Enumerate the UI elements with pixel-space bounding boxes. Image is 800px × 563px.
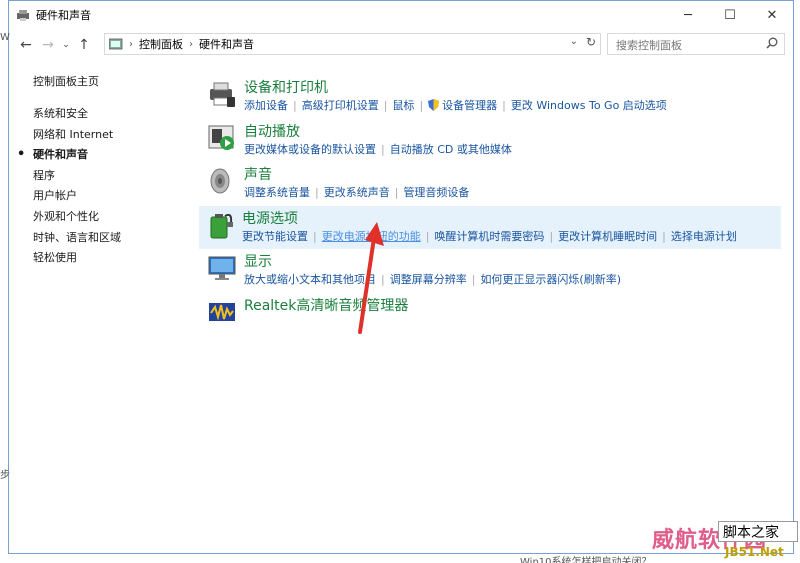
category-list: 设备和打印机 添加设备 | 高级打印机设置 | 鼠标 | 设备管理器 | 更改 Windows …	[199, 75, 791, 337]
control-panel-icon	[109, 38, 123, 49]
address-dropdown-icon[interactable]: ⌄	[570, 36, 578, 47]
search-input[interactable]: 搜索控制面板	[607, 33, 785, 55]
category-display: 显示 放大或缩小文本和其他项目 | 调整屏幕分辨率 | 如何更正显示器闪烁(刷新率)	[201, 249, 791, 293]
category-heading[interactable]: 显示	[244, 251, 272, 271]
link-adjust-volume[interactable]: 调整系统音量	[244, 186, 310, 199]
category-heading[interactable]: 设备和打印机	[244, 77, 328, 97]
sidebar-home-link[interactable]: 控制面板主页	[33, 73, 183, 89]
category-heading[interactable]: 自动播放	[244, 121, 300, 141]
sidebar-item-network[interactable]: 网络和 Internet	[33, 125, 183, 146]
link-mouse[interactable]: 鼠标	[392, 99, 414, 112]
window-title: 硬件和声音	[36, 9, 91, 22]
search-icon[interactable]	[766, 37, 778, 49]
recent-locations-chevron-icon[interactable]: ⌄	[59, 40, 73, 50]
sidebar-item-programs[interactable]: 程序	[33, 166, 183, 187]
sidebar: 控制面板主页 系统和安全 网络和 Internet 硬件和声音 程序 用户帐户 …	[17, 73, 183, 269]
category-realtek: Realtek高清晰音频管理器	[201, 293, 791, 337]
link-manage-audio-devices[interactable]: 管理音频设备	[403, 186, 469, 199]
hardware-sound-icon	[17, 10, 29, 21]
monitor-icon	[208, 256, 236, 280]
address-bar[interactable]: › 控制面板 › 硬件和声音 ⌄ ↻	[104, 33, 601, 55]
link-windows-to-go[interactable]: 更改 Windows To Go 启动选项	[511, 99, 667, 112]
forward-arrow-icon[interactable]: →	[37, 37, 59, 53]
category-autoplay: 自动播放 更改媒体或设备的默认设置 | 自动播放 CD 或其他媒体	[201, 119, 791, 163]
category-heading[interactable]: 声音	[244, 164, 272, 184]
link-choose-power-plan[interactable]: 选择电源计划	[671, 230, 737, 243]
sidebar-item-user-accounts[interactable]: 用户帐户	[33, 186, 183, 207]
search-placeholder: 搜索控制面板	[616, 39, 682, 52]
link-add-device[interactable]: 添加设备	[244, 99, 288, 112]
link-screen-resolution[interactable]: 调整屏幕分辨率	[390, 273, 467, 286]
uac-shield-icon	[428, 99, 440, 111]
sidebar-item-system-security[interactable]: 系统和安全	[33, 104, 183, 125]
sidebar-item-ease-of-access[interactable]: 轻松使用	[33, 248, 183, 269]
category-sound: 声音 调整系统音量 | 更改系统声音 | 管理音频设备	[201, 162, 791, 206]
watermark-url: JB51.Net	[725, 545, 784, 559]
link-change-media-defaults[interactable]: 更改媒体或设备的默认设置	[244, 143, 376, 156]
link-autoplay-cd[interactable]: 自动播放 CD 或其他媒体	[390, 143, 512, 156]
printer-icon	[210, 82, 235, 107]
link-change-system-sounds[interactable]: 更改系统声音	[324, 186, 390, 199]
autoplay-icon	[208, 125, 234, 150]
sidebar-item-appearance[interactable]: 外观和个性化	[33, 207, 183, 228]
title-bar: 硬件和声音 ─ ☐ ✕	[9, 1, 793, 29]
breadcrumb-separator: ›	[129, 38, 133, 50]
breadcrumb-hardware-sound[interactable]: 硬件和声音	[199, 36, 254, 52]
realtek-audio-icon	[209, 302, 235, 321]
control-panel-window: 硬件和声音 ─ ☐ ✕ ← → ⌄ ↑ › 控制面板 › 硬件和声音 ⌄ ↻ 搜…	[8, 0, 794, 554]
link-device-manager[interactable]: 设备管理器	[442, 99, 497, 112]
link-advanced-printer-setup[interactable]: 高级打印机设置	[302, 99, 379, 112]
sidebar-item-clock-region[interactable]: 时钟、语言和区域	[33, 228, 183, 249]
back-arrow-icon[interactable]: ←	[15, 37, 37, 53]
battery-icon	[210, 213, 233, 238]
refresh-icon[interactable]: ↻	[586, 35, 596, 49]
watermark-label: 脚本之家	[718, 521, 798, 542]
link-require-password-wake[interactable]: 唤醒计算机时需要密码	[434, 230, 544, 243]
link-change-power-saving[interactable]: 更改节能设置	[242, 230, 308, 243]
category-devices-printers: 设备和打印机 添加设备 | 高级打印机设置 | 鼠标 | 设备管理器 | 更改 Windows …	[201, 75, 791, 119]
minimize-button[interactable]: ─	[667, 1, 709, 29]
link-monitor-flicker[interactable]: 如何更正显示器闪烁(刷新率)	[480, 273, 621, 286]
category-power-options: 电源选项 更改节能设置|更改电源按钮的功能|唤醒计算机时需要密码|更改计算机睡眠…	[199, 205, 781, 249]
up-arrow-icon[interactable]: ↑	[73, 37, 95, 53]
background-text: W	[0, 32, 10, 43]
speaker-icon	[210, 168, 230, 194]
maximize-button[interactable]: ☐	[709, 1, 751, 29]
annotation-arrow-icon	[358, 222, 384, 334]
background-caption: Win10系统怎样把启动关闭？	[520, 557, 652, 563]
breadcrumb-separator: ›	[189, 38, 193, 50]
close-button[interactable]: ✕	[751, 1, 793, 29]
breadcrumb-control-panel[interactable]: 控制面板	[139, 36, 183, 52]
sidebar-item-hardware-sound[interactable]: 硬件和声音	[17, 145, 183, 166]
background-text: 步	[0, 470, 10, 481]
category-heading[interactable]: 电源选项	[242, 208, 298, 228]
link-change-sleep-time[interactable]: 更改计算机睡眠时间	[558, 230, 657, 243]
address-bar-row: ← → ⌄ ↑ › 控制面板 › 硬件和声音 ⌄ ↻ 搜索控制面板	[9, 31, 793, 59]
